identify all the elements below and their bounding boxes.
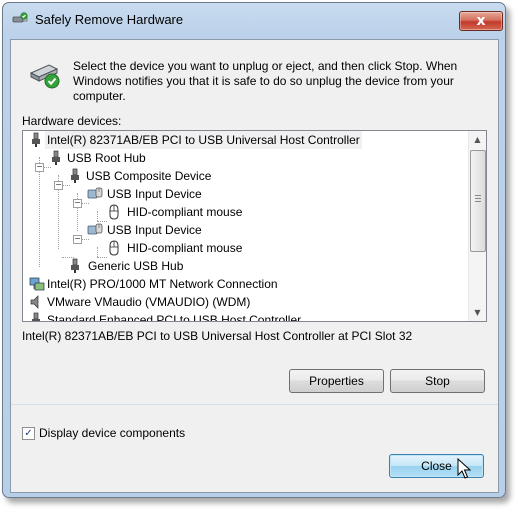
tree-item-label: USB Input Device [107, 223, 202, 237]
collapse-toggle[interactable]: − [73, 235, 82, 244]
hardware-devices-label: Hardware devices: [22, 114, 122, 128]
hardware-devices-tree[interactable]: − − − − Intel(R) 82371AB/EB PCI to USB U… [22, 130, 487, 322]
tree-item-label: USB Composite Device [86, 169, 212, 183]
selected-device-description: Intel(R) 82371AB/EB PCI to USB Universal… [22, 329, 413, 343]
display-components-checkbox[interactable]: ✓ [22, 427, 35, 440]
tree-item-label: VMware VMaudio (VMAUDIO) (WDM) [47, 295, 251, 309]
instructions-text: Select the device you want to unplug or … [73, 59, 458, 103]
tree-item[interactable]: USB Root Hub [49, 149, 349, 167]
grip-line [475, 201, 481, 202]
stop-button[interactable]: Stop [390, 369, 485, 393]
divider [11, 404, 498, 405]
safely-remove-hardware-icon [12, 12, 30, 29]
tree-vertical-scrollbar[interactable]: ▲ ▼ [468, 131, 486, 321]
tree-item-label: USB Input Device [107, 187, 202, 201]
safely-remove-hardware-window: Safely Remove Hardware x Select the devi… [2, 2, 506, 498]
tree-item[interactable]: USB Composite Device [68, 167, 368, 185]
grip-line [475, 198, 481, 199]
tree-item[interactable]: HID-compliant mouse [107, 239, 407, 257]
scrollbar-thumb[interactable] [470, 150, 486, 252]
input-device-icon [87, 222, 103, 243]
tree-item-label: HID-compliant mouse [127, 241, 243, 255]
tree-connector [97, 247, 98, 257]
collapse-toggle[interactable]: − [54, 181, 63, 190]
collapse-toggle[interactable]: − [35, 163, 44, 172]
usb-device-icon [27, 59, 63, 94]
tree-item-label: Intel(R) 82371AB/EB PCI to USB Universal… [45, 131, 362, 149]
grip-line [475, 195, 481, 196]
title-bar[interactable]: Safely Remove Hardware x [3, 3, 505, 33]
tree-item-label: Intel(R) PRO/1000 MT Network Connection [47, 277, 278, 291]
tree-item[interactable]: Intel(R) 82371AB/EB PCI to USB Universal… [29, 131, 459, 149]
usb-plug-icon [49, 150, 63, 171]
usb-plug-icon [29, 312, 43, 321]
tree-item[interactable]: USB Input Device [87, 185, 387, 203]
properties-button[interactable]: Properties [289, 369, 384, 393]
tree-item-label: HID-compliant mouse [127, 205, 243, 219]
collapse-toggle[interactable]: − [73, 199, 82, 208]
scroll-down-arrow-icon[interactable]: ▼ [469, 304, 486, 321]
tree-item[interactable]: Standard Enhanced PCI to USB Host Contro… [29, 311, 459, 322]
dialog-body: Select the device you want to unplug or … [10, 39, 499, 493]
tree-item[interactable]: Intel(R) PRO/1000 MT Network Connection [29, 275, 429, 293]
display-components-label: Display device components [39, 426, 186, 440]
usb-plug-icon [29, 132, 43, 153]
tree-item-label: Generic USB Hub [88, 259, 184, 273]
input-device-icon [87, 186, 103, 207]
tree-item-label: USB Root Hub [67, 151, 146, 165]
scroll-up-arrow-icon[interactable]: ▲ [469, 131, 486, 148]
tree-item[interactable]: VMware VMaudio (VMAUDIO) (WDM) [29, 293, 429, 311]
window-title: Safely Remove Hardware [35, 12, 184, 27]
usb-plug-icon [68, 168, 82, 189]
tree-item[interactable]: USB Input Device [87, 221, 387, 239]
tree-connector [97, 211, 98, 221]
tree-item[interactable]: Generic USB Hub [68, 257, 368, 275]
mouse-pointer-icon [457, 457, 472, 483]
tree-item[interactable]: HID-compliant mouse [107, 203, 407, 221]
tree-item-label: Standard Enhanced PCI to USB Host Contro… [47, 313, 302, 322]
tree-connector [39, 157, 40, 267]
window-close-button[interactable]: x [459, 11, 503, 31]
